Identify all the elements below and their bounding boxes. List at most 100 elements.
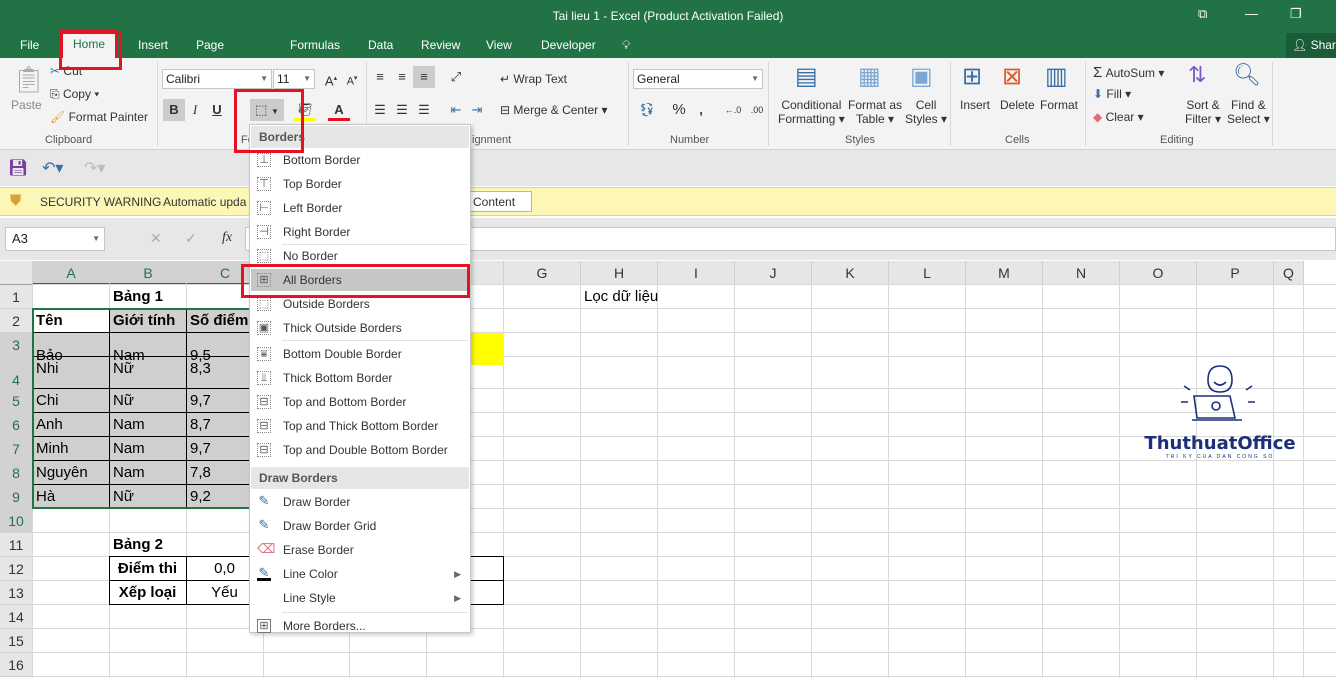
increase-decimal-icon[interactable]: ←.0 bbox=[722, 99, 744, 121]
menu-item-more-borders[interactable]: ⊞ More Borders... bbox=[251, 615, 469, 637]
cell-B6[interactable]: Nữ bbox=[110, 389, 185, 413]
font-color-button[interactable]: A bbox=[328, 99, 350, 121]
column-header-B[interactable]: B bbox=[110, 261, 187, 285]
underline-button[interactable]: U bbox=[206, 99, 228, 121]
autosum-button[interactable]: Σ AutoSum ▾ bbox=[1093, 64, 1164, 81]
row-header-3[interactable]: 3 bbox=[0, 333, 33, 357]
enter-icon[interactable]: ✓ bbox=[185, 230, 197, 247]
conditional-formatting-button[interactable]: Conditional Formatting ▾ bbox=[778, 98, 845, 126]
wrap-text-button[interactable]: ↵ Wrap Text bbox=[500, 72, 567, 86]
find-select-button[interactable]: Find & Select ▾ bbox=[1227, 98, 1270, 126]
decrease-decimal-icon[interactable]: .00 bbox=[746, 99, 768, 121]
save-icon[interactable]: 💾︎ bbox=[8, 158, 28, 178]
delete-cells-icon[interactable]: ⊠ bbox=[1002, 62, 1022, 91]
merge-center-button[interactable]: ⊟ Merge & Center ▾ bbox=[500, 103, 607, 117]
align-bottom-icon[interactable]: ≡ bbox=[413, 66, 435, 88]
cell-A9[interactable]: Nguyên bbox=[33, 461, 108, 485]
insert-cells-icon[interactable]: ⊞ bbox=[962, 62, 982, 91]
cell-B9[interactable]: Nam bbox=[110, 461, 185, 485]
restore-icon[interactable]: ❐ bbox=[1290, 6, 1302, 22]
column-header-P[interactable]: P bbox=[1197, 261, 1274, 285]
orientation-icon[interactable]: ⤢ bbox=[445, 66, 467, 88]
conditional-formatting-icon[interactable]: ▤ bbox=[795, 62, 818, 91]
row-header-16[interactable]: 16 bbox=[0, 653, 33, 677]
cell-B10[interactable]: Nữ bbox=[110, 485, 185, 509]
cell-styles-icon[interactable]: ▣ bbox=[910, 62, 933, 91]
format-as-table-button[interactable]: Format as Table ▾ bbox=[848, 98, 902, 126]
align-middle-icon[interactable]: ≡ bbox=[391, 66, 413, 88]
cell-A7[interactable]: Anh bbox=[33, 413, 108, 437]
cell-B8[interactable]: Nam bbox=[110, 437, 185, 461]
sort-filter-button[interactable]: Sort & Filter ▾ bbox=[1185, 98, 1221, 126]
menu-item-top-and-thick-bottom-border[interactable]: ⊟ Top and Thick Bottom Border bbox=[251, 415, 469, 437]
redo-icon[interactable]: ↷▾ bbox=[84, 158, 105, 178]
cell-B7[interactable]: Nam bbox=[110, 413, 185, 437]
row-header-14[interactable]: 14 bbox=[0, 605, 33, 629]
cell-A10[interactable]: Hà bbox=[33, 485, 108, 509]
column-header-I[interactable]: I bbox=[658, 261, 735, 285]
menu-item-draw-border-grid[interactable]: ✎ Draw Border Grid bbox=[251, 515, 469, 537]
column-header-Q[interactable]: Q bbox=[1274, 261, 1304, 285]
tab-formulas[interactable]: Formulas bbox=[290, 34, 340, 58]
paste-icon[interactable]: 📋︎ bbox=[12, 64, 45, 95]
menu-item-thick-outside-borders[interactable]: ▣ Thick Outside Borders bbox=[251, 317, 469, 339]
menu-item-top-border[interactable]: ⊤ Top Border bbox=[251, 173, 469, 195]
column-header-K[interactable]: K bbox=[812, 261, 889, 285]
cell-B14[interactable]: Xếp loại bbox=[110, 581, 185, 605]
ribbon-display-icon[interactable]: ⧉ bbox=[1198, 6, 1207, 22]
copy-button[interactable]: ⎘ Copy ▾ bbox=[50, 87, 99, 102]
clear-button[interactable]: ◆ Clear ▾ bbox=[1093, 110, 1144, 124]
cell-B2[interactable]: Bảng 1 bbox=[110, 285, 185, 309]
align-top-icon[interactable]: ≡ bbox=[369, 66, 391, 88]
sort-filter-icon[interactable]: ⇅ bbox=[1188, 62, 1206, 88]
column-header-G[interactable]: G bbox=[504, 261, 581, 285]
increase-font-icon[interactable]: A▴ bbox=[320, 68, 342, 90]
tab-page-layout[interactable]: Page Layout bbox=[196, 34, 232, 74]
menu-item-erase-border[interactable]: ⌫ Erase Border bbox=[251, 539, 469, 561]
insert-function-button[interactable]: fx bbox=[222, 230, 232, 246]
share-button[interactable]: 👤︎ Shar bbox=[1286, 33, 1336, 58]
cell-A8[interactable]: Minh bbox=[33, 437, 108, 461]
bold-button[interactable]: B bbox=[163, 99, 185, 121]
menu-item-top-and-double-bottom-border[interactable]: ⊟ Top and Double Bottom Border bbox=[251, 439, 469, 461]
row-header-8[interactable]: 8 bbox=[0, 461, 33, 485]
format-painter-button[interactable]: 🖌︎ Format Painter bbox=[50, 110, 148, 124]
font-size-select[interactable]: 11 ▼ bbox=[273, 69, 315, 89]
row-header-5[interactable]: 5 bbox=[0, 389, 33, 413]
name-box[interactable]: A3 ▼ bbox=[5, 227, 105, 251]
column-header-L[interactable]: L bbox=[889, 261, 966, 285]
row-header-2[interactable]: 2 bbox=[0, 309, 33, 333]
tab-view[interactable]: View bbox=[486, 34, 512, 58]
find-select-icon[interactable]: 🔍︎ bbox=[1233, 62, 1261, 88]
format-cells-icon[interactable]: ▥ bbox=[1045, 62, 1068, 91]
menu-item-draw-border[interactable]: ✎ Draw Border bbox=[251, 491, 469, 513]
insert-cells-button[interactable]: Insert bbox=[960, 98, 990, 112]
row-header-4[interactable]: 4 bbox=[0, 357, 33, 389]
fill-button[interactable]: ⬇ Fill ▾ bbox=[1093, 87, 1131, 101]
font-name-select[interactable]: Calibri ▼ bbox=[162, 69, 272, 89]
decrease-font-icon[interactable]: A▾ bbox=[341, 68, 363, 90]
menu-item-top-and-bottom-border[interactable]: ⊟ Top and Bottom Border bbox=[251, 391, 469, 413]
row-header-11[interactable]: 11 bbox=[0, 533, 33, 557]
column-header-J[interactable]: J bbox=[735, 261, 812, 285]
minimize-icon[interactable]: — bbox=[1245, 6, 1258, 21]
column-header-A[interactable]: A bbox=[33, 261, 110, 285]
menu-item-line-color[interactable]: ✎ Line Color ▶ bbox=[251, 563, 469, 585]
undo-icon[interactable]: ↶▾ bbox=[42, 158, 63, 178]
row-header-7[interactable]: 7 bbox=[0, 437, 33, 461]
align-left-icon[interactable]: ☰ bbox=[369, 99, 391, 121]
italic-button[interactable]: I bbox=[184, 99, 206, 121]
row-header-15[interactable]: 15 bbox=[0, 629, 33, 653]
tab-insert[interactable]: Insert bbox=[138, 34, 168, 58]
menu-item-thick-bottom-border[interactable]: ⫫ Thick Bottom Border bbox=[251, 367, 469, 389]
enable-content-button[interactable]: Content bbox=[468, 191, 532, 212]
decrease-indent-icon[interactable]: ⇤ bbox=[445, 99, 467, 121]
number-format-select[interactable]: General ▼ bbox=[633, 69, 763, 89]
format-as-table-icon[interactable]: ▦ bbox=[858, 62, 881, 91]
column-header-H[interactable]: H bbox=[581, 261, 658, 285]
menu-item-line-style[interactable]: Line Style ▶ bbox=[251, 587, 469, 609]
column-header-O[interactable]: O bbox=[1120, 261, 1197, 285]
cell-B5[interactable]: Nữ bbox=[110, 357, 185, 381]
cell-B13[interactable]: Điểm thi bbox=[110, 557, 185, 581]
row-header-13[interactable]: 13 bbox=[0, 581, 33, 605]
